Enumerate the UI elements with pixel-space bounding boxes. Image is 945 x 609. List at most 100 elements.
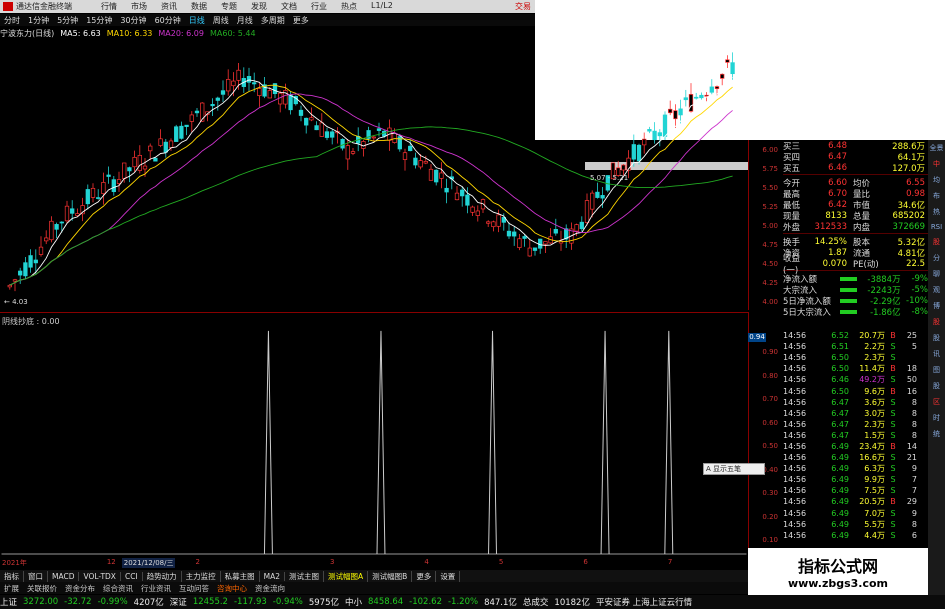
tick-row: 14:56 6.52 20.7万 B 25	[783, 330, 928, 341]
menu-item[interactable]: 行业	[304, 1, 334, 12]
menu-item[interactable]: 数据	[184, 1, 214, 12]
tool-button[interactable]: 中	[933, 159, 940, 169]
quote-value: 6.48	[828, 140, 847, 151]
watermark-url: www.zbgs3.com	[787, 577, 889, 590]
tool-button[interactable]: 博	[933, 301, 940, 311]
candle-body	[345, 145, 350, 160]
extension-tab[interactable]: 资金分布	[61, 583, 99, 594]
period-tab[interactable]: 日线	[185, 15, 209, 26]
tick-count: 8	[911, 519, 917, 529]
menu-item[interactable]: 资讯	[154, 1, 184, 12]
tick-time: 14:56	[783, 419, 807, 429]
tool-button[interactable]: 股	[933, 317, 940, 327]
tick-row: 14:56 6.47 3.6万 S 8	[783, 397, 928, 408]
indicator-tab[interactable]: 设置	[436, 570, 461, 582]
tool-button[interactable]: 统	[933, 429, 940, 439]
candle-body	[491, 221, 496, 228]
period-tab[interactable]: 15分钟	[82, 15, 116, 26]
period-tab[interactable]: 月线	[233, 15, 257, 26]
indicator-tab[interactable]: MACD	[48, 571, 80, 581]
indicator-tab[interactable]: CCI	[121, 571, 143, 581]
candlestick-chart[interactable]: ← 4.03 5.07 - 5.21	[0, 40, 748, 310]
period-tab[interactable]: 周线	[209, 15, 233, 26]
candle-body	[148, 145, 153, 152]
extension-tab[interactable]: 综合资讯	[99, 583, 137, 594]
flow-bar	[839, 276, 858, 281]
tool-button[interactable]: 区	[933, 397, 940, 407]
menu-item[interactable]: 文档	[274, 1, 304, 12]
menu-item[interactable]: 专题	[214, 1, 244, 12]
candle-body	[631, 144, 636, 160]
tool-button[interactable]: 股	[933, 237, 940, 247]
candle-body	[470, 206, 475, 213]
candle-body	[298, 109, 304, 116]
tool-button[interactable]: 时	[933, 413, 940, 423]
extension-tab[interactable]: 扩展	[0, 583, 23, 594]
tool-button[interactable]: 全景	[930, 143, 944, 153]
tool-button[interactable]: 分	[933, 253, 940, 263]
indicator-tab[interactable]: 窗口	[24, 570, 48, 582]
menu-item[interactable]: 行情	[94, 1, 124, 12]
period-tab[interactable]: 更多	[289, 15, 313, 26]
indicator-axis-label: 0.50	[762, 442, 778, 450]
indicator-tab[interactable]: 测试幅图A	[324, 570, 369, 582]
quote-row: 换手 14.25% 股本 5.32亿	[783, 236, 928, 248]
indicator-tab[interactable]: 指标	[0, 570, 24, 582]
tick-side: B	[890, 331, 896, 341]
menu-item[interactable]: 发现	[244, 1, 274, 12]
tool-button[interactable]: 股	[933, 333, 940, 343]
ma60-label: MA60: 5.44	[209, 29, 256, 38]
candle-body	[236, 69, 241, 81]
flow-percent: -5%	[911, 284, 929, 295]
candle-body	[319, 122, 324, 137]
tool-button[interactable]: 布	[933, 191, 940, 201]
indicator-tab[interactable]: 趋势动力	[143, 570, 182, 582]
sz-label[interactable]: 深证	[170, 596, 187, 608]
ma60-line	[9, 126, 733, 286]
indicator-chart[interactable]	[0, 312, 748, 558]
flow-bar	[839, 298, 858, 303]
tool-button[interactable]: 均	[933, 175, 940, 185]
period-tab[interactable]: 30分钟	[116, 15, 150, 26]
total-label: 总成交	[522, 598, 549, 608]
period-tab[interactable]: 分时	[0, 15, 24, 26]
indicator-tab[interactable]: VOL-TDX	[79, 571, 121, 581]
candle-body	[376, 128, 382, 131]
period-tab[interactable]: 60分钟	[151, 15, 185, 26]
indicator-tab[interactable]: 主力监控	[182, 570, 221, 582]
indicator-tab[interactable]: MA2	[260, 571, 286, 581]
extension-tab[interactable]: 咨询中心	[213, 583, 251, 594]
tick-volume: 5.5万	[864, 519, 885, 529]
period-tab[interactable]: 多周期	[257, 15, 289, 26]
extension-tab[interactable]: 关联报价	[23, 583, 61, 594]
period-tab[interactable]: 1分钟	[24, 15, 53, 26]
indicator-tab[interactable]: 测试幅图B	[368, 570, 413, 582]
extension-tab[interactable]: 互动问答	[175, 583, 213, 594]
zx-label[interactable]: 中小	[345, 596, 362, 608]
menu-item[interactable]: L1/L2	[364, 1, 400, 12]
tool-button[interactable]: 图	[933, 365, 940, 375]
extension-tab[interactable]: 行业资讯	[137, 583, 175, 594]
tick-row: 14:56 6.47 1.5万 S 8	[783, 430, 928, 441]
indicator-tab[interactable]: 更多	[412, 570, 437, 582]
candle-body	[142, 165, 148, 170]
tool-button[interactable]: 讯	[933, 349, 940, 359]
sh-label[interactable]: 上证	[0, 596, 17, 608]
show-ticks-popup[interactable]: A 显示五笔	[703, 463, 765, 475]
menu-item[interactable]: 热点	[334, 1, 364, 12]
indicator-tab[interactable]: 测试主图	[285, 570, 325, 582]
indicator-tab[interactable]: 私募主图	[221, 570, 260, 582]
candle-body	[486, 221, 491, 224]
tool-button[interactable]: 聊	[933, 269, 940, 279]
ma10-label: MA10: 6.33	[106, 29, 153, 38]
tool-button[interactable]: 股	[933, 381, 940, 391]
tick-volume: 1.5万	[864, 430, 885, 440]
trade-button[interactable]: 交易	[515, 1, 531, 12]
tool-button[interactable]: RSI	[931, 223, 942, 231]
candle-body	[257, 88, 262, 97]
period-tab[interactable]: 5分钟	[53, 15, 82, 26]
tool-button[interactable]: 观	[933, 285, 940, 295]
extension-tab[interactable]: 资金流向	[251, 583, 289, 594]
menu-item[interactable]: 市场	[124, 1, 154, 12]
tool-button[interactable]: 热	[933, 207, 940, 217]
